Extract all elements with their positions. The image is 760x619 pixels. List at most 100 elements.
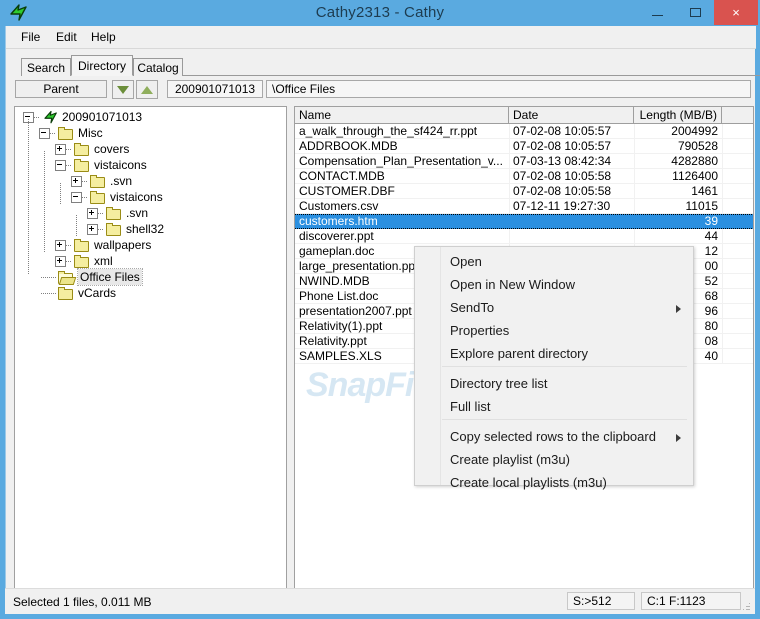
- context-menu-item-properties[interactable]: Properties: [416, 319, 693, 342]
- folder-closed-icon: [106, 223, 122, 236]
- table-row[interactable]: a_walk_through_the_sf424_rr.ppt 07-02-08 …: [295, 124, 753, 139]
- row-gridline: [722, 199, 723, 214]
- context-menu-item-copy-selected-rows-to-the-clipboard[interactable]: Copy selected rows to the clipboard: [416, 425, 693, 448]
- context-menu-item-open[interactable]: Open: [416, 250, 693, 273]
- collapse-icon[interactable]: [39, 128, 50, 139]
- tree-item-covers[interactable]: covers: [15, 141, 286, 157]
- context-menu-item-sendto[interactable]: SendTo: [416, 296, 693, 319]
- parent-button[interactable]: Parent: [15, 80, 107, 98]
- expand-icon[interactable]: [55, 144, 66, 155]
- menu-file[interactable]: File: [15, 29, 46, 45]
- tree-item-label: vistaicons: [94, 158, 147, 172]
- cell-date: 07-02-08 10:05:58: [513, 169, 612, 183]
- row-gridline: [722, 139, 723, 154]
- tree-connector: [28, 119, 29, 274]
- table-row[interactable]: customers.htm 39: [295, 214, 753, 229]
- tree-connector: [41, 277, 56, 278]
- previous-button[interactable]: [136, 80, 158, 99]
- folder-closed-icon: [90, 191, 106, 204]
- tree-item-office-files[interactable]: Office Files: [15, 268, 286, 286]
- menu-edit[interactable]: Edit: [50, 29, 83, 45]
- tree-connector: [44, 151, 45, 252]
- tab-catalog[interactable]: Catalog: [133, 58, 183, 76]
- column-header-length[interactable]: Length (MB/B): [634, 107, 722, 124]
- tree-connector: [98, 229, 104, 230]
- close-button[interactable]: ×: [714, 0, 758, 25]
- menu-help[interactable]: Help: [85, 29, 122, 45]
- cell-length: 1461: [691, 184, 718, 198]
- collapse-icon[interactable]: [71, 192, 82, 203]
- table-row[interactable]: discoverer.ppt 44: [295, 229, 753, 244]
- context-menu-item-create-playlist-m3u[interactable]: Create playlist (m3u): [416, 448, 693, 471]
- table-row[interactable]: Compensation_Plan_Presentation_v... 07-03…: [295, 154, 753, 169]
- tree-item-label: .svn: [126, 206, 149, 220]
- table-row[interactable]: Customers.csv 07-12-11 19:27:30 11015: [295, 199, 753, 214]
- context-menu-item-label: Create playlist (m3u): [450, 452, 570, 467]
- folder-closed-icon: [58, 127, 74, 140]
- next-button[interactable]: [112, 80, 134, 99]
- context-menu[interactable]: Open Open in New Window SendTo Properties Ex…: [414, 246, 694, 490]
- tree-item--svn[interactable]: .svn: [15, 205, 286, 221]
- file-list-header: Name Date Length (MB/B): [295, 107, 753, 124]
- tree-item-wallpapers[interactable]: wallpapers: [15, 237, 286, 253]
- tree-item--svn[interactable]: .svn: [15, 173, 286, 189]
- path-field[interactable]: \Office Files: [266, 80, 751, 98]
- cell-length: 11015: [685, 199, 718, 213]
- cell-name: Phone List.doc: [299, 289, 379, 303]
- minimize-button[interactable]: [638, 0, 676, 25]
- folder-closed-icon: [74, 239, 90, 252]
- expand-icon[interactable]: [71, 176, 82, 187]
- expand-icon[interactable]: [55, 240, 66, 251]
- cell-name: CUSTOMER.DBF: [299, 184, 395, 198]
- volume-field[interactable]: 200901071013: [167, 80, 263, 98]
- context-menu-item-full-list[interactable]: Full list: [416, 395, 693, 418]
- cell-name: CONTACT.MDB: [299, 169, 385, 183]
- table-row[interactable]: CONTACT.MDB 07-02-08 10:05:58 1126400: [295, 169, 753, 184]
- context-menu-separator: [442, 419, 687, 420]
- row-gridline: [722, 319, 723, 334]
- tree-item-vcards[interactable]: vCards: [15, 285, 286, 301]
- application-window: Cathy2313 - Cathy × File Edit Help Searc…: [0, 0, 760, 619]
- tree-item-200901071013[interactable]: 200901071013: [15, 109, 286, 125]
- tab-search[interactable]: Search: [21, 58, 71, 76]
- collapse-icon[interactable]: [55, 160, 66, 171]
- chevron-right-icon: [676, 305, 681, 313]
- folder-closed-icon: [74, 143, 90, 156]
- column-header-name[interactable]: Name: [295, 107, 509, 124]
- column-header-date[interactable]: Date: [509, 107, 634, 124]
- cell-name: ADDRBOOK.MDB: [299, 139, 398, 153]
- context-menu-item-label: Directory tree list: [450, 376, 548, 391]
- cell-name: NWIND.MDB: [299, 274, 370, 288]
- resize-grip[interactable]: [739, 599, 751, 611]
- expand-icon[interactable]: [87, 224, 98, 235]
- cell-date: 07-12-11 19:27:30: [513, 199, 611, 213]
- table-row[interactable]: ADDRBOOK.MDB 07-02-08 10:05:57 790528: [295, 139, 753, 154]
- context-menu-item-create-local-playlists-m3u[interactable]: Create local playlists (m3u): [416, 471, 693, 494]
- tree-item-xml[interactable]: xml: [15, 253, 286, 269]
- directory-tree-pane[interactable]: 200901071013 Misc covers vistaicons .svn vist…: [14, 106, 287, 611]
- status-cell-counts: C:1 F:1123: [641, 592, 741, 610]
- row-gridline: [722, 124, 723, 139]
- maximize-button[interactable]: [676, 0, 714, 25]
- tree-item-label: covers: [94, 142, 130, 156]
- tree-item-vistaicons[interactable]: vistaicons: [15, 157, 286, 173]
- context-menu-item-open-in-new-window[interactable]: Open in New Window: [416, 273, 693, 296]
- context-menu-separator: [442, 366, 687, 367]
- context-menu-item-directory-tree-list[interactable]: Directory tree list: [416, 372, 693, 395]
- context-menu-item-explore-parent-directory[interactable]: Explore parent directory: [416, 342, 693, 365]
- cell-name: Customers.csv: [299, 199, 379, 213]
- expand-icon[interactable]: [87, 208, 98, 219]
- tab-directory[interactable]: Directory: [71, 55, 133, 76]
- context-menu-item-label: SendTo: [450, 300, 495, 315]
- cell-name: Compensation_Plan_Presentation_v...: [299, 154, 503, 168]
- row-gridline: [722, 154, 723, 169]
- tree-item-misc[interactable]: Misc: [15, 125, 286, 141]
- cell-name: Relativity(1).ppt: [299, 319, 383, 333]
- tree-item-shell32[interactable]: shell32: [15, 221, 286, 237]
- table-row[interactable]: CUSTOMER.DBF 07-02-08 10:05:58 1461: [295, 184, 753, 199]
- tree-item-label: vCards: [78, 286, 117, 300]
- tree-connector: [50, 133, 56, 134]
- tree-item-vistaicons[interactable]: vistaicons: [15, 189, 286, 205]
- expand-icon[interactable]: [55, 256, 66, 267]
- tree-item-label: shell32: [126, 222, 165, 236]
